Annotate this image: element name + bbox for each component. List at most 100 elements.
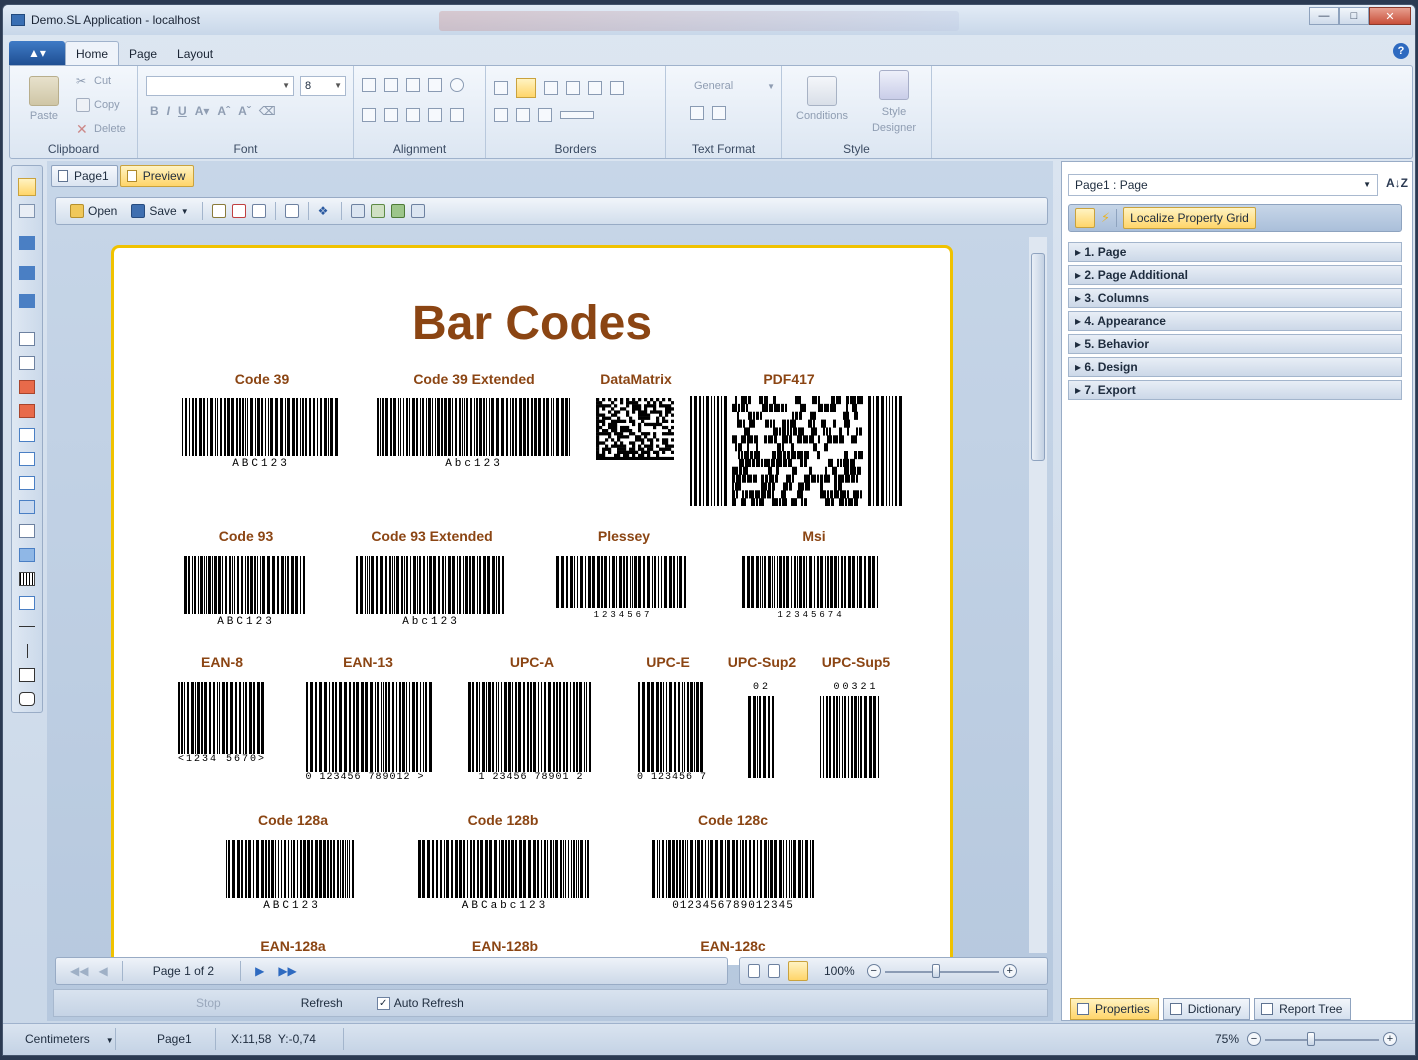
border-right-icon[interactable] [610,81,624,95]
rotate-icon[interactable] [450,78,464,92]
next-page-icon[interactable]: ▶ [255,964,264,978]
tab-properties[interactable]: Properties [1070,998,1159,1020]
stop-button[interactable]: Stop [196,996,221,1010]
align-left-icon[interactable] [362,108,376,122]
word-wrap-icon[interactable] [450,108,464,122]
font-size-combo[interactable]: 8 ▼ [300,76,346,96]
status-zoom-out-icon[interactable]: − [1247,1032,1261,1046]
barcode-tool-icon[interactable] [19,572,35,586]
previous-page-icon[interactable]: ◀ [98,964,107,978]
subreport-tool-icon[interactable] [19,476,35,490]
text-format-combo[interactable]: General ▼ [694,80,775,92]
hand-tool-icon[interactable] [19,204,35,218]
category-columns[interactable]: ▸ 3. Columns [1068,288,1402,308]
tab-preview[interactable]: Preview [119,165,195,187]
align-top-icon[interactable] [362,78,376,92]
text-in-cells-tool-icon[interactable] [19,356,35,370]
maximize-button[interactable]: □ [1339,7,1369,25]
format-options-icon[interactable] [712,106,726,120]
clear-format-icon[interactable]: ⌫ [259,104,276,118]
horizontal-line-tool-icon[interactable] [19,626,35,627]
categorized-icon[interactable] [1075,208,1095,228]
tab-home[interactable]: Home [65,41,120,65]
category-design[interactable]: ▸ 6. Design [1068,357,1402,377]
font-family-combo[interactable]: ▼ [146,76,294,96]
app-menu-button[interactable]: ▲▾ [9,41,65,65]
page-setup-icon[interactable] [284,204,299,218]
object-selector-combo[interactable]: Page1 : Page ▼ [1068,174,1378,196]
system-text-tool-icon[interactable] [19,404,35,418]
first-page-icon[interactable]: ◀◀ [70,964,88,978]
clone-tool-icon[interactable] [19,452,35,466]
category-appearance[interactable]: ▸ 4. Appearance [1068,311,1402,331]
full-screen-icon[interactable] [410,204,425,218]
tab-page[interactable]: Page [119,43,167,65]
category-page[interactable]: ▸ 1. Page [1068,242,1402,262]
single-page-view-icon[interactable] [748,964,760,978]
cut-button[interactable]: ✂ Cut [76,74,111,88]
multi-page-view-icon[interactable] [788,961,808,981]
tab-layout[interactable]: Layout [167,43,223,65]
tab-report-tree[interactable]: Report Tree [1254,998,1352,1020]
category-behavior[interactable]: ▸ 5. Behavior [1068,334,1402,354]
multiple-pages-icon[interactable] [390,204,405,218]
fill-color-icon[interactable] [516,108,530,122]
align-right-icon[interactable] [406,108,420,122]
align-justify-icon[interactable] [428,78,442,92]
copy-page-icon[interactable] [251,204,266,218]
open-button[interactable]: Open [66,204,121,218]
zoom-slider-knob[interactable] [932,964,940,978]
table-tool-icon[interactable] [19,500,35,514]
band-tool-icon[interactable] [19,236,35,250]
border-top-icon[interactable] [544,81,558,95]
new-page-icon[interactable] [211,204,226,218]
border-style-icon[interactable] [560,111,594,119]
two-page-view-icon[interactable] [768,964,780,978]
delete-button[interactable]: ✕ Delete [76,122,126,136]
conditions-button[interactable]: Conditions [790,76,854,122]
shadow-icon[interactable] [494,108,508,122]
single-page-icon[interactable] [350,204,365,218]
status-zoom-knob[interactable] [1306,1032,1315,1046]
zoom-slider[interactable]: − + [866,961,1017,981]
preview-vertical-scrollbar[interactable] [1029,237,1047,953]
font-color-icon[interactable]: A▾ [195,104,210,118]
align-full-icon[interactable] [428,108,442,122]
label-tool-icon[interactable] [19,524,35,538]
align-middle-icon[interactable] [384,78,398,92]
auto-refresh-checkbox[interactable]: ✓ Auto Refresh [376,996,464,1010]
paste-button[interactable]: Paste [22,76,66,122]
align-center-icon[interactable] [384,108,398,122]
border-color-icon[interactable] [538,108,552,122]
underline-icon[interactable]: U [178,104,187,118]
sort-alphabetical-icon[interactable]: A↓Z [1386,176,1408,190]
tab-dictionary[interactable]: Dictionary [1162,998,1251,1020]
format-icon[interactable] [690,106,704,120]
scrollbar-thumb[interactable] [1031,253,1045,461]
units-selector[interactable]: Centimeters ▼ [25,1032,114,1046]
bold-icon[interactable]: B [150,104,159,118]
vertical-line-tool-icon[interactable] [27,644,28,658]
text-tool-icon[interactable] [19,332,35,346]
panel-tool-icon[interactable] [19,428,35,442]
delete-page-icon[interactable] [231,204,246,218]
pointer-tool-icon[interactable] [18,178,36,196]
data-band-tool-icon[interactable] [19,294,35,308]
save-button[interactable]: Save ▼ [127,204,192,218]
align-bottom-icon[interactable] [406,78,420,92]
category-export[interactable]: ▸ 7. Export [1068,380,1402,400]
events-lightning-icon[interactable]: ⚡ [1101,210,1110,226]
zoom-out-icon[interactable]: − [866,964,881,978]
close-button[interactable]: ✕ [1369,7,1411,25]
copy-button[interactable]: Copy [76,98,120,112]
status-zoom-in-icon[interactable]: + [1383,1032,1397,1046]
border-all-icon[interactable] [494,81,508,95]
help-icon[interactable]: ? [1393,43,1409,59]
find-icon[interactable]: ❖ [318,204,332,218]
style-designer-button[interactable]: Style Designer [862,70,926,136]
shrink-font-icon[interactable]: Aˇ [238,104,251,118]
border-bottom-icon[interactable] [588,81,602,95]
refresh-button[interactable]: Refresh [301,996,343,1010]
image-tool-icon[interactable] [19,548,35,562]
category-page-additional[interactable]: ▸ 2. Page Additional [1068,265,1402,285]
